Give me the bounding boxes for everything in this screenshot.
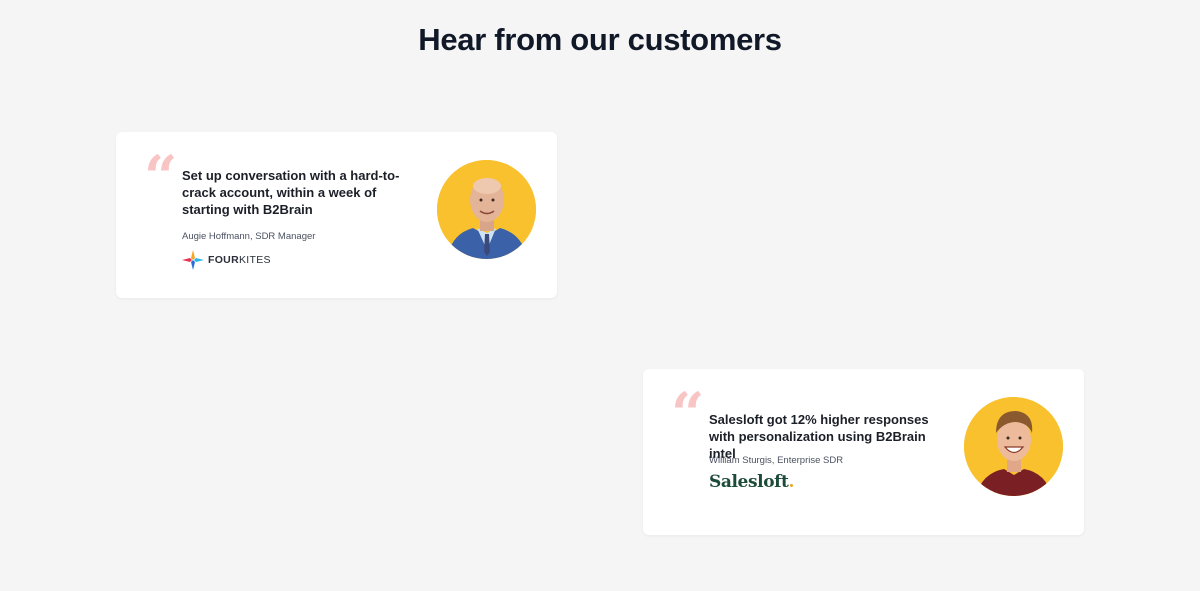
salesloft-logo-text: Salesloft [709, 472, 789, 492]
fourkites-logo-text-bold: FOUR [208, 254, 239, 266]
fourkites-logo-icon [182, 250, 204, 270]
testimonial-card: “ Set up conversation with a hard-to-cra… [116, 132, 557, 298]
fourkites-logo-text: FOURKITES [208, 254, 271, 266]
testimonial-quote: Set up conversation with a hard-to-crack… [182, 168, 400, 217]
salesloft-logo-dot: . [788, 472, 795, 492]
testimonial-author: William Sturgis, Enterprise SDR [709, 455, 844, 466]
fourkites-logo-text-light: KITES [238, 254, 271, 266]
salesloft-logo: Salesloft. [709, 472, 794, 492]
william-sturgis-avatar [964, 397, 1063, 496]
page-title: Hear from our customers [418, 22, 782, 57]
quote-mark-icon: “ [671, 380, 705, 448]
testimonial-card: “ Salesloft got 12% higher responses wit… [643, 369, 1084, 535]
testimonial-author: Augie Hoffmann, SDR Manager [182, 231, 316, 242]
quote-mark-icon: “ [144, 143, 178, 211]
augie-hoffmann-avatar [437, 160, 536, 259]
company-logo: FOURKITES [182, 250, 271, 270]
